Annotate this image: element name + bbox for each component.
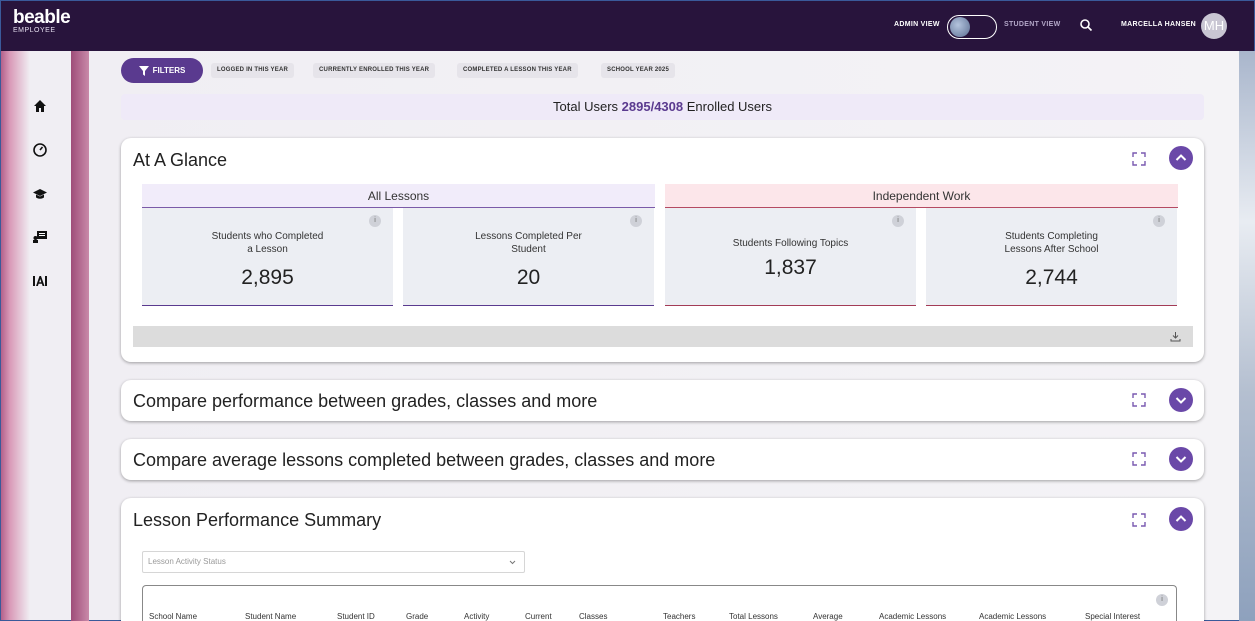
search-icon[interactable] <box>1079 18 1093 32</box>
column-header[interactable]: Academic Lessons <box>879 612 946 621</box>
compare-performance-card[interactable]: Compare performance between grades, clas… <box>121 380 1204 421</box>
column-header[interactable]: Activity <box>464 612 489 621</box>
filters-button[interactable]: FILTERS <box>121 58 203 83</box>
metric-students-completed: i Students who Completed a Lesson 2,895 <box>142 208 393 306</box>
expand-button[interactable] <box>1169 388 1193 412</box>
metric-value: 1,837 <box>764 256 817 279</box>
ai-icon[interactable] <box>32 272 48 288</box>
filter-funnel-icon <box>138 65 149 76</box>
column-header[interactable]: Total Lessons <box>729 612 778 621</box>
metric-label: Students Following Topics <box>732 238 849 249</box>
graduation-cap-icon[interactable] <box>32 186 48 202</box>
glance-footer-bar <box>133 326 1193 347</box>
expand-icon[interactable] <box>1132 393 1146 407</box>
column-header[interactable]: Current <box>525 612 552 621</box>
column-header[interactable]: Classes <box>579 612 607 621</box>
metric-label: Students who Completed <box>211 231 324 242</box>
total-users-value: 2895/4308 <box>621 99 684 114</box>
metric-students-following-topics: i Students Following Topics 1,837 <box>665 208 916 306</box>
home-icon[interactable] <box>32 98 48 114</box>
filter-chip-school-year[interactable]: SCHOOL YEAR 2025 <box>601 63 676 78</box>
student-view-label[interactable]: STUDENT VIEW <box>1004 21 1061 28</box>
filters-button-label: FILTERS <box>152 66 186 75</box>
select-placeholder: Lesson Activity Status <box>148 557 226 566</box>
metric-label: a Lesson <box>247 244 288 255</box>
section-all-lessons: All Lessons <box>142 184 655 208</box>
at-a-glance-card: At A Glance All Lessons Independent Work… <box>121 138 1204 362</box>
filter-chip-currently-enrolled[interactable]: CURRENTLY ENROLLED THIS YEAR <box>313 63 436 78</box>
total-users-suffix: Enrolled Users <box>686 99 772 114</box>
id-card-icon[interactable] <box>32 228 48 244</box>
top-navigation-bar: beable EMPLOYEE ADMIN VIEW STUDENT VIEW … <box>1 1 1254 51</box>
metric-lessons-per-student: i Lessons Completed Per Student 20 <box>403 208 654 306</box>
column-header[interactable]: Grade <box>406 612 428 621</box>
column-header[interactable]: Average <box>813 612 843 621</box>
section-independent-work: Independent Work <box>665 184 1178 208</box>
decorative-strip-right <box>1239 51 1255 621</box>
metric-label: Lessons Completed Per <box>475 231 582 242</box>
total-users-prefix: Total Users <box>553 99 619 114</box>
expand-icon[interactable] <box>1132 152 1146 166</box>
filter-chip-completed-lesson[interactable]: COMPLETED A LESSON THIS YEAR <box>457 63 578 78</box>
info-icon[interactable]: i <box>630 215 642 227</box>
card-title: At A Glance <box>133 150 228 170</box>
metric-value: 20 <box>516 266 541 289</box>
metric-value: 2,744 <box>1025 266 1078 289</box>
expand-button[interactable] <box>1169 447 1193 471</box>
info-icon[interactable]: i <box>369 215 381 227</box>
brand-logo[interactable]: beable EMPLOYEE <box>13 7 71 35</box>
expand-icon[interactable] <box>1132 452 1146 466</box>
column-header[interactable]: School Name <box>149 612 197 621</box>
card-title: Compare average lessons completed betwee… <box>133 450 716 470</box>
column-header[interactable]: Student Name <box>245 612 296 621</box>
info-icon[interactable]: i <box>1156 594 1168 606</box>
metric-label: Students Completing <box>1005 231 1098 242</box>
lesson-performance-table: i School Name Student Name Student ID Gr… <box>142 585 1177 621</box>
decorative-strip-left <box>71 51 89 621</box>
metric-label: Student <box>511 244 546 255</box>
brand-subtitle: EMPLOYEE <box>13 27 56 34</box>
collapse-button[interactable] <box>1169 146 1193 170</box>
brand-name: beable <box>13 7 71 28</box>
metric-label: Lessons After School <box>1004 244 1099 255</box>
download-icon[interactable] <box>1170 331 1181 342</box>
card-title: Lesson Performance Summary <box>133 510 382 530</box>
info-icon[interactable]: i <box>1153 215 1165 227</box>
filter-chip-logged-in[interactable]: LOGGED IN THIS YEAR <box>211 63 295 78</box>
chevron-up-icon <box>1175 515 1187 522</box>
info-icon[interactable]: i <box>892 215 904 227</box>
compare-average-card[interactable]: Compare average lessons completed betwee… <box>121 439 1204 480</box>
user-name[interactable]: MARCELLA HANSEN <box>1121 21 1196 28</box>
metric-students-after-school: i Students Completing Lessons After Scho… <box>926 208 1177 306</box>
total-users-summary: Total Users 2895/4308 Enrolled Users <box>121 94 1204 120</box>
column-header[interactable]: Academic Lessons <box>979 612 1046 621</box>
lesson-performance-card: Lesson Performance Summary Lesson Activi… <box>121 498 1204 621</box>
chevron-down-icon <box>1175 456 1187 463</box>
dashboard-gauge-icon[interactable] <box>32 142 48 158</box>
chevron-down-icon <box>509 560 516 565</box>
toggle-knob <box>950 17 970 37</box>
chevron-down-icon <box>1175 397 1187 404</box>
view-toggle[interactable] <box>947 15 997 39</box>
collapse-button[interactable] <box>1169 507 1193 531</box>
expand-icon[interactable] <box>1132 513 1146 527</box>
chevron-up-icon <box>1175 154 1187 161</box>
lesson-activity-status-select[interactable]: Lesson Activity Status <box>142 551 525 573</box>
card-title: Compare performance between grades, clas… <box>133 391 598 411</box>
metric-value: 2,895 <box>241 266 294 289</box>
column-header[interactable]: Teachers <box>663 612 695 621</box>
column-header[interactable]: Special Interest <box>1085 612 1140 621</box>
column-header[interactable]: Student ID <box>337 612 375 621</box>
admin-view-label[interactable]: ADMIN VIEW <box>894 21 940 28</box>
avatar[interactable]: MH <box>1201 13 1227 39</box>
